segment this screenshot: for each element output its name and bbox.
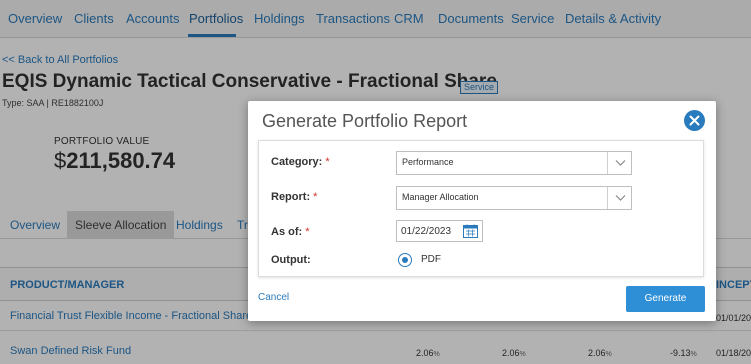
generate-report-dialog: Generate Portfolio Report Category: * Pe… xyxy=(248,101,716,321)
report-select[interactable]: Manager Allocation xyxy=(396,186,632,210)
select-divider xyxy=(607,152,608,174)
report-form: Category: * Performance Report: * Manage… xyxy=(258,140,704,277)
category-select[interactable]: Performance xyxy=(396,151,632,175)
generate-button[interactable]: Generate xyxy=(626,286,705,312)
chevron-down-icon xyxy=(615,195,626,201)
as-of-date-value: 01/22/2023 xyxy=(401,226,452,237)
output-label: Output: xyxy=(271,254,311,266)
report-selected-value: Manager Allocation xyxy=(402,192,479,202)
chevron-down-icon xyxy=(615,160,626,166)
report-label: Report: * xyxy=(271,191,318,203)
close-button[interactable] xyxy=(684,110,705,131)
radio-selected-icon xyxy=(402,257,408,263)
output-pdf-label[interactable]: PDF xyxy=(421,254,441,265)
close-icon xyxy=(689,115,700,126)
as-of-date-input[interactable]: 01/22/2023 xyxy=(396,220,483,242)
dialog-title: Generate Portfolio Report xyxy=(262,111,468,131)
cancel-button[interactable]: Cancel xyxy=(258,292,289,303)
calendar-icon[interactable] xyxy=(463,224,478,238)
select-divider xyxy=(607,187,608,209)
category-label: Category: * xyxy=(271,156,330,168)
as-of-label: As of: * xyxy=(271,226,310,238)
required-marker: * xyxy=(313,191,318,203)
category-selected-value: Performance xyxy=(402,157,454,167)
output-pdf-radio[interactable] xyxy=(398,253,412,267)
required-marker: * xyxy=(325,156,330,168)
required-marker: * xyxy=(305,226,310,238)
